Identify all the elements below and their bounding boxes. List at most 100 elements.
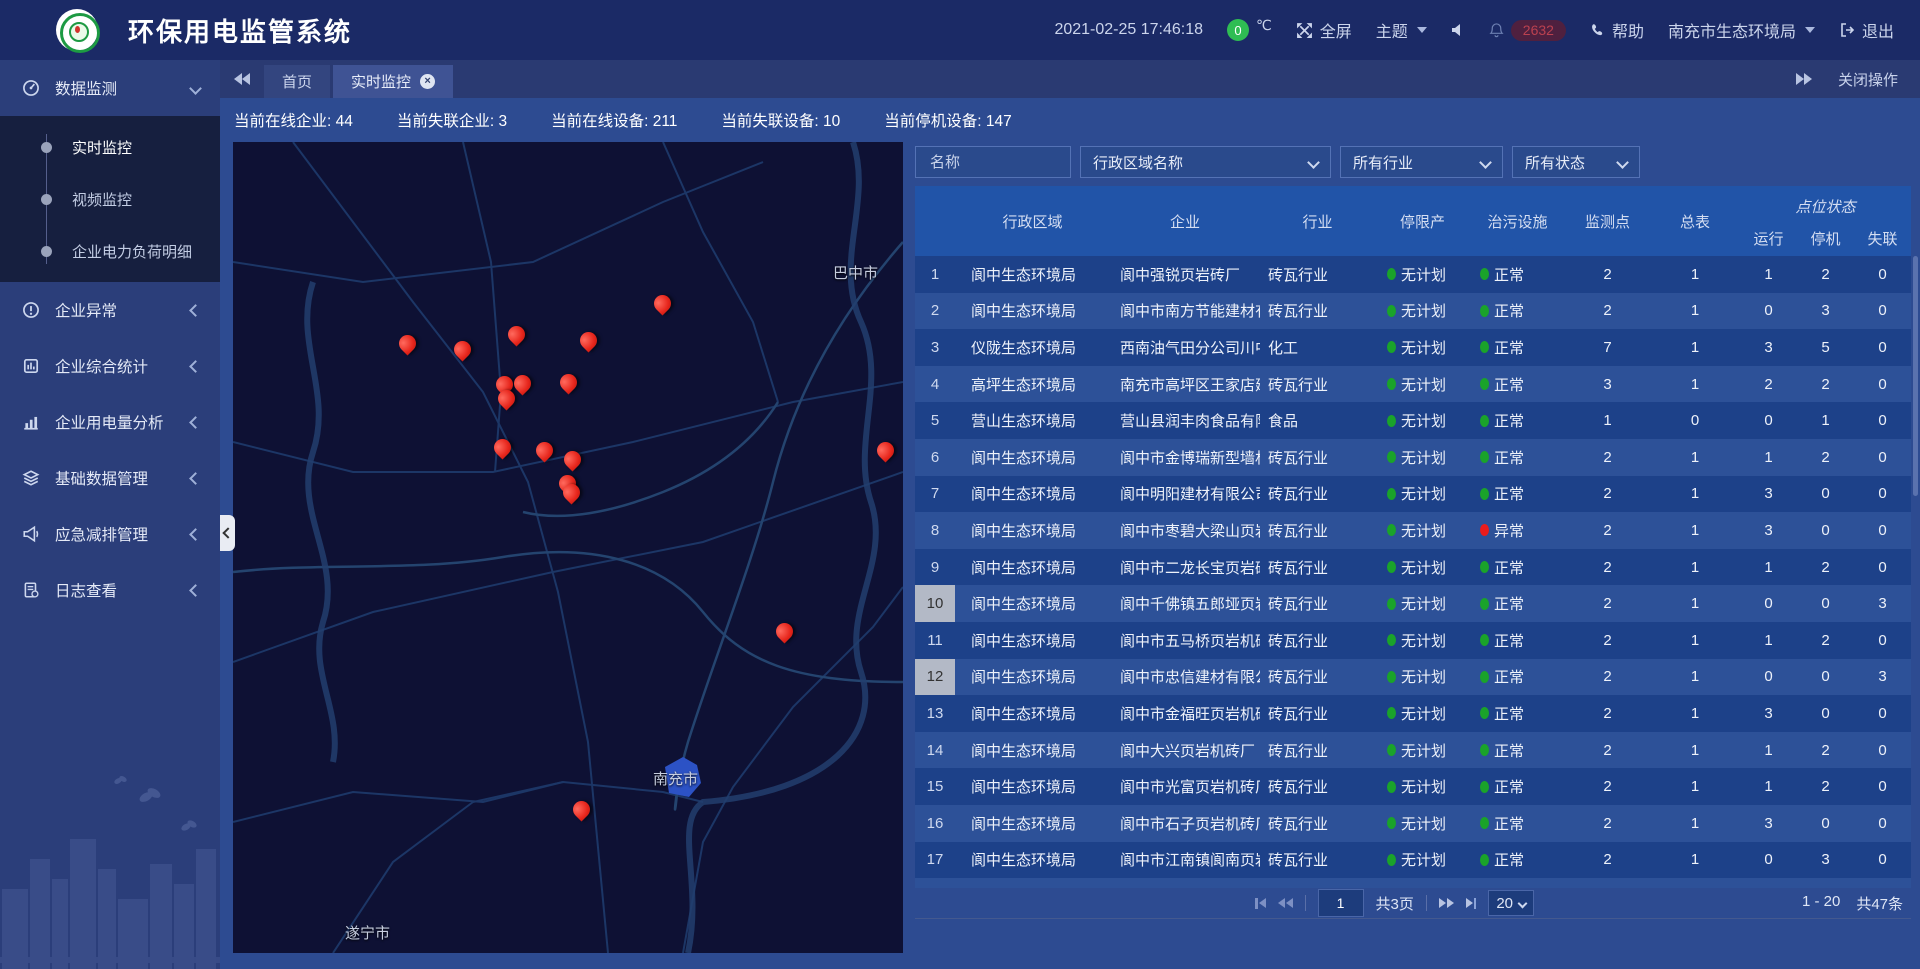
cell-meters: 1 <box>1650 585 1740 622</box>
cell-lost: 3 <box>1854 659 1911 696</box>
stats-bar: 当前在线企业: 44当前失联企业: 3当前在线设备: 211当前失联设备: 10… <box>234 98 1012 142</box>
sidebar-item-企业电力负荷明细[interactable]: 企业电力负荷明细 <box>0 225 220 277</box>
cell-meters: 1 <box>1650 512 1740 549</box>
tabs-scroll-left-button[interactable] <box>220 60 264 98</box>
last-page-button[interactable] <box>1466 898 1477 909</box>
name-filter-input[interactable] <box>915 146 1071 178</box>
datetime-label: 2021-02-25 17:46:18 <box>1054 21 1203 39</box>
sidebar-group-日志查看[interactable]: 日志查看 <box>0 562 220 618</box>
row-index: 14 <box>915 732 955 769</box>
table-row[interactable]: 7阆中生态环境局阆中明阳建材有限公司砖瓦行业无计划正常21300 <box>915 476 1911 513</box>
sidebar-nav: 数据监测实时监控视频监控企业电力负荷明细企业异常企业综合统计企业用电量分析基础数… <box>0 60 220 969</box>
cell-facility-status: 正常 <box>1470 366 1565 403</box>
table-row[interactable]: 8阆中生态环境局阆中市枣碧大梁山页岩砖瓦行业无计划异常21300 <box>915 512 1911 549</box>
sidebar-group-企业异常[interactable]: 企业异常 <box>0 282 220 338</box>
map-panel[interactable]: 巴中市南充市遂宁市 <box>233 142 903 953</box>
cell-company: 南充市高坪区王家店建 <box>1110 366 1260 403</box>
fullscreen-icon <box>1296 22 1313 39</box>
tabs-scroll-right-button[interactable] <box>1796 73 1812 85</box>
table-row[interactable]: 17阆中生态环境局阆中市江南镇阆南页岩砖瓦行业无计划正常21030 <box>915 842 1911 879</box>
table-row[interactable]: 9阆中生态环境局阆中市二龙长宝页岩砖砖瓦行业无计划正常21120 <box>915 549 1911 586</box>
table-scrollbar[interactable] <box>1913 256 1918 888</box>
region-filter-select[interactable]: 行政区域名称 <box>1080 146 1331 178</box>
industry-filter-select[interactable]: 所有行业 <box>1340 146 1503 178</box>
chevron-left-icon <box>189 304 202 317</box>
layers-icon <box>20 469 42 487</box>
limit-label: 无计划 <box>1401 483 1446 504</box>
table-row[interactable]: 4高坪生态环境局南充市高坪区王家店建砖瓦行业无计划正常31220 <box>915 366 1911 403</box>
table-row[interactable]: 18南部生态环境局南部县双化水泥有限公建材加工无计划正常60060 <box>915 878 1911 888</box>
first-page-button[interactable] <box>1255 898 1266 909</box>
sidebar-group-应急减排管理[interactable]: 应急减排管理 <box>0 506 220 562</box>
status-filter-select[interactable]: 所有状态 <box>1512 146 1640 178</box>
name-input[interactable] <box>928 153 1058 172</box>
table-row[interactable]: 2阆中生态环境局阆中市南方节能建材有砖瓦行业无计划正常21030 <box>915 293 1911 330</box>
cell-facility-status: 正常 <box>1470 476 1565 513</box>
cell-facility-status: 正常 <box>1470 329 1565 366</box>
sidebar-group-数据监测[interactable]: 数据监测 <box>0 60 220 116</box>
tab-realtime-monitor[interactable]: 实时监控 × <box>333 65 453 98</box>
table-row[interactable]: 15阆中生态环境局阆中市光富页岩机砖厂砖瓦行业无计划正常21120 <box>915 768 1911 805</box>
sound-button[interactable] <box>1451 23 1465 37</box>
chevron-down-icon <box>189 82 202 95</box>
cell-lost: 0 <box>1854 256 1911 293</box>
cell-limit-status: 无计划 <box>1375 402 1470 439</box>
org-dropdown[interactable]: 南充市生态环境局 <box>1668 18 1815 42</box>
cell-limit-status: 无计划 <box>1375 512 1470 549</box>
cell-limit-status: 无计划 <box>1375 256 1470 293</box>
cell-industry: 砖瓦行业 <box>1260 622 1375 659</box>
tab-home[interactable]: 首页 <box>264 65 330 98</box>
limit-label: 无计划 <box>1401 557 1446 578</box>
prev-page-button[interactable] <box>1278 898 1293 908</box>
cell-region: 阆中生态环境局 <box>955 293 1110 330</box>
row-index: 18 <box>915 878 955 888</box>
page-size-select[interactable]: 20 <box>1488 890 1534 916</box>
chevron-down-icon <box>1417 27 1427 33</box>
table-row[interactable]: 13阆中生态环境局阆中市金福旺页岩机砖砖瓦行业无计划正常21300 <box>915 695 1911 732</box>
table-row[interactable]: 16阆中生态环境局阆中市石子页岩机砖厂砖瓦行业无计划正常21300 <box>915 805 1911 842</box>
cell-company: 阆中市江南镇阆南页岩 <box>1110 842 1260 879</box>
stat-当前在线设备: 当前在线设备: 211 <box>551 109 677 131</box>
page-number-input[interactable] <box>1318 889 1364 917</box>
table-row[interactable]: 5营山生态环境局营山县润丰肉食品有限食品无计划正常10010 <box>915 402 1911 439</box>
cell-facility-status: 正常 <box>1470 805 1565 842</box>
sidebar-collapse-handle[interactable] <box>220 515 235 551</box>
sidebar-item-label: 实时监控 <box>72 137 132 158</box>
cell-region: 阆中生态环境局 <box>955 695 1110 732</box>
close-icon[interactable]: × <box>420 74 435 89</box>
sidebar-group-企业综合统计[interactable]: 企业综合统计 <box>0 338 220 394</box>
theme-dropdown[interactable]: 主题 <box>1376 18 1427 42</box>
table-row[interactable]: 10阆中生态环境局阆中千佛镇五郎垭页岩砖瓦行业无计划正常21003 <box>915 585 1911 622</box>
table-row[interactable]: 6阆中生态环境局阆中市金博瑞新型墙材砖瓦行业无计划正常21120 <box>915 439 1911 476</box>
cell-company: 南部县双化水泥有限公 <box>1110 878 1260 888</box>
log-icon <box>20 581 42 599</box>
cell-lost: 0 <box>1854 293 1911 330</box>
cell-points: 7 <box>1565 329 1650 366</box>
table-row[interactable]: 3仪陇生态环境局西南油气田分公司川中化工无计划正常71350 <box>915 329 1911 366</box>
sidebar-group-基础数据管理[interactable]: 基础数据管理 <box>0 450 220 506</box>
sidebar-item-实时监控[interactable]: 实时监控 <box>0 121 220 173</box>
cell-region: 阆中生态环境局 <box>955 805 1110 842</box>
cell-facility-status: 正常 <box>1470 695 1565 732</box>
next-page-button[interactable] <box>1439 898 1454 908</box>
sidebar-item-视频监控[interactable]: 视频监控 <box>0 173 220 225</box>
col-header-meters: 总表 <box>1650 186 1740 256</box>
cell-stopped: 0 <box>1797 512 1854 549</box>
logout-button[interactable]: 退出 <box>1839 18 1894 42</box>
cell-region: 南部生态环境局 <box>955 878 1110 888</box>
table-row[interactable]: 14阆中生态环境局阆中大兴页岩机砖厂砖瓦行业无计划正常21120 <box>915 732 1911 769</box>
sidebar-group-企业用电量分析[interactable]: 企业用电量分析 <box>0 394 220 450</box>
cell-facility-status: 正常 <box>1470 549 1565 586</box>
cell-points: 1 <box>1565 402 1650 439</box>
fullscreen-button[interactable]: 全屏 <box>1296 18 1352 42</box>
limit-label: 无计划 <box>1401 849 1446 870</box>
help-button[interactable]: 帮助 <box>1590 18 1644 42</box>
cell-stopped: 2 <box>1797 768 1854 805</box>
table-row[interactable]: 1阆中生态环境局阆中强锐页岩砖厂砖瓦行业无计划正常21120 <box>915 256 1911 293</box>
status-dot-green <box>1480 634 1489 646</box>
notifications[interactable]: 2632 <box>1489 20 1566 41</box>
table-row[interactable]: 11阆中生态环境局阆中市五马桥页岩机砖砖瓦行业无计划正常21120 <box>915 622 1911 659</box>
cell-run: 3 <box>1740 329 1797 366</box>
table-row[interactable]: 12阆中生态环境局阆中市忠信建材有限公砖瓦行业无计划正常21003 <box>915 659 1911 696</box>
close-operations-button[interactable]: 关闭操作 <box>1838 69 1898 90</box>
